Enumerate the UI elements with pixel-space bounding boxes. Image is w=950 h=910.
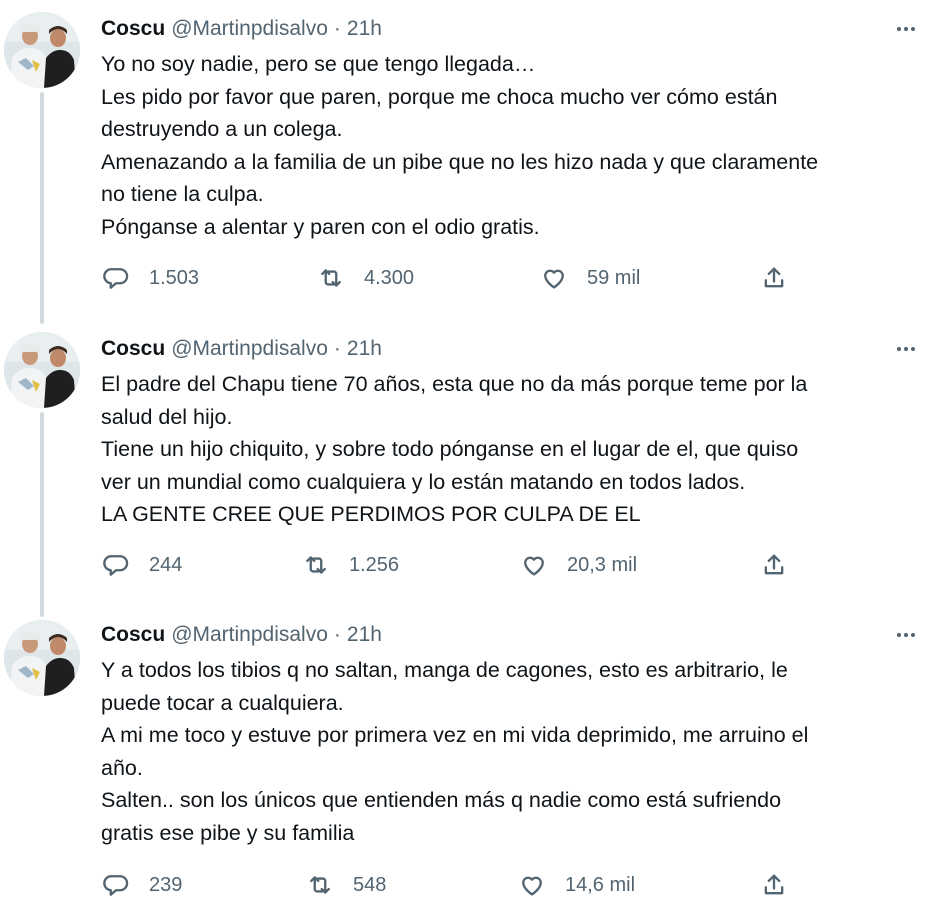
reply-icon xyxy=(103,875,129,896)
tweet-header: Coscu @Martinpdisalvo · 21h xyxy=(101,334,382,364)
reply-icon xyxy=(103,268,129,289)
reply-count: 239 xyxy=(149,873,183,896)
tweet-header: Coscu @Martinpdisalvo · 21h xyxy=(101,14,382,44)
retweet-button[interactable]: 4.300 xyxy=(317,263,414,293)
tweet-text-line: Y a todos los tibios q no saltan, manga … xyxy=(101,658,788,682)
separator: · xyxy=(333,337,341,360)
like-button[interactable]: 59 mil xyxy=(540,263,640,293)
tweet-text: El padre del Chapu tiene 70 años, esta q… xyxy=(101,368,931,531)
separator: · xyxy=(333,17,341,40)
tweet-text-line: Tiene un hijo chiquito, y sobre todo pón… xyxy=(101,437,799,461)
share-button[interactable] xyxy=(760,870,788,900)
retweet-count: 548 xyxy=(353,873,387,896)
tweet-text: Y a todos los tibios q no saltan, manga … xyxy=(101,654,931,849)
tweet-text-line: Yo no soy nadie, pero se que tengo llega… xyxy=(101,52,536,76)
retweet-count: 1.256 xyxy=(349,553,400,576)
share-icon xyxy=(764,554,784,575)
avatar[interactable] xyxy=(4,332,80,408)
tweet-header: Coscu @Martinpdisalvo · 21h xyxy=(101,620,382,650)
tweet-text-line: Amenazando a la familia de un pibe que n… xyxy=(101,149,819,174)
thread-line xyxy=(40,412,44,617)
tweet-text-line: salud del hijo. xyxy=(101,404,233,429)
tweet-text-line: destruyendo a un colega. xyxy=(101,117,343,141)
share-button[interactable] xyxy=(760,550,788,580)
tweet-text-line: año. xyxy=(101,755,143,780)
tweet-3[interactable]: Coscu @Martinpdisalvo · 21h Y a todos lo… xyxy=(0,610,950,910)
reply-count: 1.503 xyxy=(149,266,200,289)
tweet-text-line: puede tocar a cualquiera. xyxy=(101,690,344,715)
share-button[interactable] xyxy=(760,263,788,293)
retweet-icon xyxy=(306,556,326,574)
timestamp[interactable]: 21h xyxy=(347,337,382,361)
author-name[interactable]: Coscu xyxy=(101,17,165,41)
tweet-text-line: Salten.. son los únicos que entienden má… xyxy=(101,788,782,812)
avatar[interactable] xyxy=(4,12,80,88)
more-options-icon[interactable] xyxy=(888,623,924,647)
like-count: 59 mil xyxy=(587,266,641,289)
reply-icon xyxy=(103,555,129,576)
retweet-count: 4.300 xyxy=(364,266,415,289)
retweet-button[interactable]: 1.256 xyxy=(302,550,399,580)
tweet-text-line: Les pido por favor que paren, porque me … xyxy=(101,84,778,109)
reply-count: 244 xyxy=(149,553,183,576)
timestamp[interactable]: 21h xyxy=(347,623,382,647)
author-handle[interactable]: @Martinpdisalvo xyxy=(171,623,328,647)
separator: · xyxy=(333,623,341,646)
tweet-text-line: LA GENTE CREE QUE PERDIMOS POR CULPA DE … xyxy=(101,502,641,526)
tweet-text-line: ver un mundial como cualquiera y lo está… xyxy=(101,469,746,494)
tweet-text-line: A mi me toco y estuve por primera vez en… xyxy=(101,723,809,747)
share-icon xyxy=(764,874,784,895)
tweet-text-line: Pónganse a alentar y paren con el odio g… xyxy=(101,214,540,239)
like-count: 14,6 mil xyxy=(565,873,636,896)
heart-icon xyxy=(522,876,542,896)
tweet-text-line: El padre del Chapu tiene 70 años, esta q… xyxy=(101,372,808,396)
tweet-text-line: gratis ese pibe y su familia xyxy=(101,820,355,845)
tweet-text: Yo no soy nadie, pero se que tengo llega… xyxy=(101,48,931,243)
author-name[interactable]: Coscu xyxy=(101,623,165,647)
tweet-text-line: no tiene la culpa. xyxy=(101,182,264,206)
author-name[interactable]: Coscu xyxy=(101,337,165,361)
thread-line xyxy=(40,92,44,324)
reply-button[interactable]: 239 xyxy=(102,870,182,900)
heart-icon xyxy=(524,556,544,576)
author-handle[interactable]: @Martinpdisalvo xyxy=(171,337,328,361)
retweet-button[interactable]: 548 xyxy=(306,870,386,900)
retweet-icon xyxy=(321,269,341,287)
like-count: 20,3 mil xyxy=(567,553,638,576)
timestamp[interactable]: 21h xyxy=(347,17,382,41)
more-options-icon[interactable] xyxy=(888,337,924,361)
share-icon xyxy=(764,267,784,288)
heart-icon xyxy=(544,269,564,289)
retweet-icon xyxy=(310,876,330,894)
avatar[interactable] xyxy=(4,620,80,696)
like-button[interactable]: 20,3 mil xyxy=(520,550,637,580)
reply-button[interactable]: 244 xyxy=(102,550,182,580)
tweet-2[interactable]: Coscu @Martinpdisalvo · 21h El padre del… xyxy=(0,322,950,617)
author-handle[interactable]: @Martinpdisalvo xyxy=(171,17,328,41)
reply-button[interactable]: 1.503 xyxy=(102,263,199,293)
more-options-icon[interactable] xyxy=(888,17,924,41)
like-button[interactable]: 14,6 mil xyxy=(518,870,635,900)
tweet-1[interactable]: Coscu @Martinpdisalvo · 21h Yo no soy na… xyxy=(0,0,950,324)
